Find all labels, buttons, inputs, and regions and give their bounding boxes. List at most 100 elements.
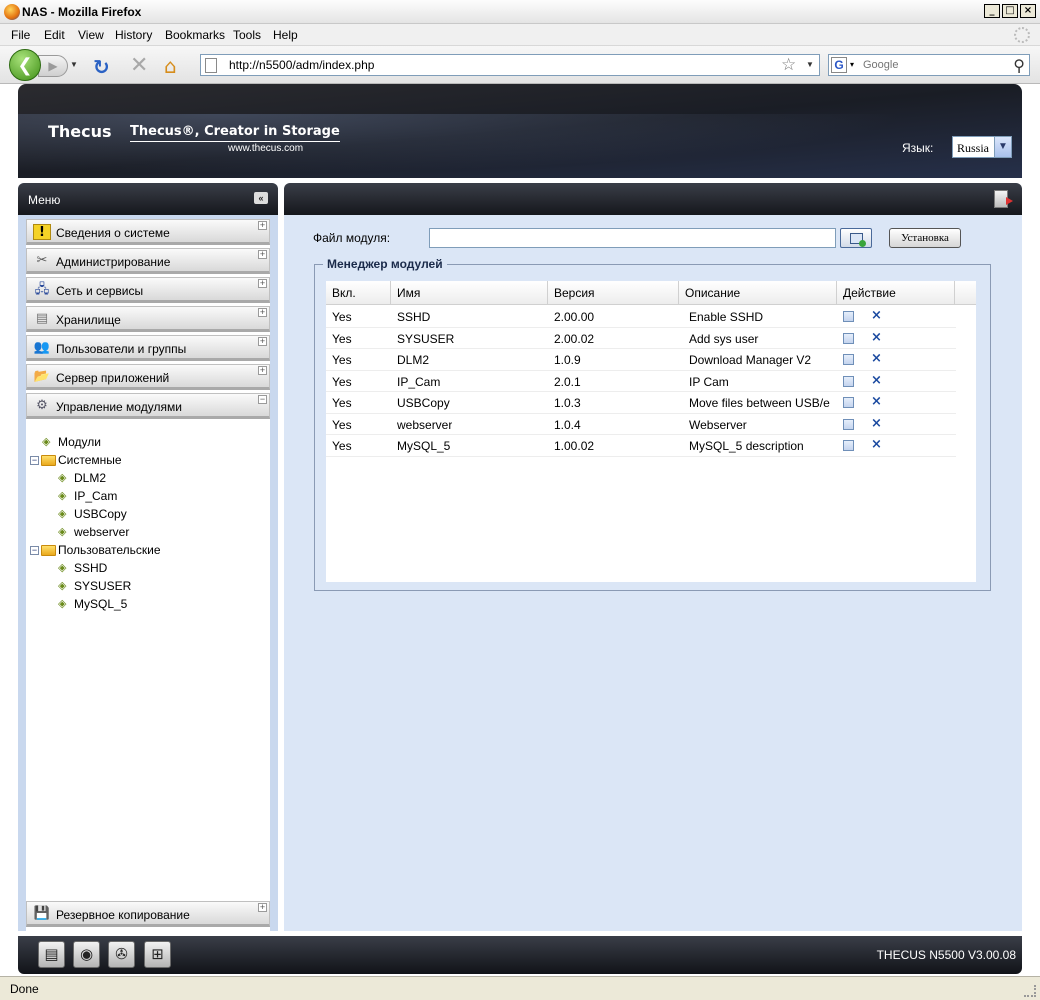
history-dropdown-icon[interactable]: ▼: [70, 60, 78, 69]
menu-network-services[interactable]: 🖧 Сеть и сервисы +: [26, 277, 270, 303]
stop-button[interactable]: ✕: [130, 53, 148, 78]
tree-item-mysql5[interactable]: ◈ MySQL_5: [58, 595, 127, 613]
language-select[interactable]: Russia ▼: [952, 136, 1012, 158]
menu-history[interactable]: History: [115, 28, 152, 42]
table-row[interactable]: Yes MySQL_5 1.00.02 MySQL_5 description …: [326, 435, 956, 457]
network-status-icon[interactable]: ⊞: [144, 941, 171, 968]
tree-collapse-icon[interactable]: −: [30, 455, 39, 465]
menu-storage[interactable]: ▤ Хранилище +: [26, 306, 270, 332]
expand-icon[interactable]: +: [258, 308, 267, 317]
module-file-input[interactable]: [429, 228, 836, 248]
col-action[interactable]: Действие: [837, 281, 955, 305]
google-engine-icon[interactable]: G: [831, 57, 847, 73]
maximize-button[interactable]: □: [1002, 4, 1018, 18]
reload-button[interactable]: ↻: [93, 55, 110, 79]
menu-help[interactable]: Help: [273, 28, 298, 42]
delete-icon[interactable]: ×: [871, 309, 882, 323]
menu-file[interactable]: File: [11, 28, 30, 42]
table-row[interactable]: Yes DLM2 1.0.9 Download Manager V2 ×: [326, 349, 956, 371]
menu-administration[interactable]: ✂ Администрирование +: [26, 248, 270, 274]
cell-version: 1.0.9: [554, 353, 581, 367]
menu-edit[interactable]: Edit: [44, 28, 65, 42]
main-panel-body: Файл модуля: Установка Менеджер модулей …: [288, 219, 1018, 931]
tree-folder-system[interactable]: − Системные: [30, 451, 122, 469]
close-button[interactable]: ×: [1020, 4, 1036, 18]
engine-dropdown-icon[interactable]: ▾: [850, 60, 854, 69]
menu-module-management[interactable]: ⚙ Управление модулями −: [26, 393, 270, 419]
delete-icon[interactable]: ×: [871, 416, 882, 431]
tree-item-ip-cam[interactable]: ◈ IP_Cam: [58, 487, 117, 505]
enable-checkbox[interactable]: [843, 397, 854, 408]
tree-item-webserver[interactable]: ◈ webserver: [58, 523, 129, 541]
server-status-icon[interactable]: ▤: [38, 941, 65, 968]
enable-checkbox[interactable]: [843, 375, 854, 387]
menu-users-groups[interactable]: 👥 Пользователи и группы +: [26, 335, 270, 361]
module-file-label: Файл модуля:: [313, 231, 391, 245]
tree-folder-user[interactable]: − Пользовательские: [30, 541, 161, 559]
tree-item-modules[interactable]: ◈ Модули: [42, 433, 101, 451]
minimize-button[interactable]: _: [984, 4, 1000, 18]
enable-checkbox[interactable]: [843, 311, 854, 322]
delete-icon[interactable]: ×: [871, 373, 882, 388]
tree-label: Модули: [58, 435, 101, 449]
firmware-version: THECUS N5500 V3.00.08: [876, 948, 1016, 962]
chevron-down-icon[interactable]: ▼: [994, 137, 1011, 157]
table-row[interactable]: Yes webserver 1.0.4 Webserver ×: [326, 414, 956, 435]
disk-status-icon[interactable]: ◉: [73, 941, 100, 968]
menu-label: Сеть и сервисы: [56, 284, 144, 298]
gear-icon: ⚙: [36, 398, 48, 413]
col-enabled[interactable]: Вкл.: [326, 281, 391, 305]
browse-button[interactable]: [840, 228, 872, 248]
delete-icon[interactable]: ×: [871, 330, 882, 345]
resize-grip-icon[interactable]: [1024, 985, 1036, 997]
enable-checkbox[interactable]: [843, 440, 854, 451]
bookmark-star-icon[interactable]: ☆: [781, 55, 796, 75]
forward-button[interactable]: ▶: [38, 55, 68, 77]
collapse-menu-icon[interactable]: «: [254, 192, 268, 204]
col-description[interactable]: Описание: [679, 281, 837, 305]
fan-status-icon[interactable]: ✇: [108, 941, 135, 968]
enable-checkbox[interactable]: [843, 354, 854, 365]
delete-icon[interactable]: ×: [871, 352, 882, 366]
expand-icon[interactable]: +: [258, 221, 267, 230]
search-icon[interactable]: ⚲: [1013, 56, 1025, 75]
menu-tools[interactable]: Tools: [233, 28, 261, 42]
menu-system-info[interactable]: ! Сведения о системе +: [26, 219, 270, 245]
back-button[interactable]: ❮: [9, 49, 41, 81]
enable-checkbox[interactable]: [843, 332, 854, 344]
col-version[interactable]: Версия: [548, 281, 679, 305]
menu-app-server[interactable]: 📂 Сервер приложений +: [26, 364, 270, 390]
expand-icon[interactable]: +: [258, 337, 267, 346]
module-manager-legend: Менеджер модулей: [323, 257, 447, 271]
expand-icon[interactable]: +: [258, 250, 267, 259]
install-button[interactable]: Установка: [889, 228, 961, 248]
logout-icon[interactable]: [994, 190, 1013, 208]
table-row[interactable]: Yes SSHD 2.00.00 Enable SSHD ×: [326, 306, 956, 328]
url-dropdown-icon[interactable]: ▼: [806, 60, 814, 69]
menu-bookmarks[interactable]: Bookmarks: [165, 28, 225, 42]
tree-item-dlm2[interactable]: ◈ DLM2: [58, 469, 106, 487]
col-name[interactable]: Имя: [391, 281, 548, 305]
search-input[interactable]: [863, 57, 1003, 73]
expand-icon[interactable]: +: [258, 903, 267, 912]
window-controls: _ □ ×: [984, 4, 1036, 18]
table-row[interactable]: Yes USBCopy 1.0.3 Move files between USB…: [326, 392, 956, 414]
tree-item-usbcopy[interactable]: ◈ USBCopy: [58, 505, 127, 523]
table-row[interactable]: Yes SYSUSER 2.00.02 Add sys user ×: [326, 328, 956, 349]
table-row[interactable]: Yes IP_Cam 2.0.1 IP Cam ×: [326, 371, 956, 392]
tree-item-sshd[interactable]: ◈ SSHD: [58, 559, 107, 577]
menu-view[interactable]: View: [78, 28, 104, 42]
tree-item-sysuser[interactable]: ◈ SYSUSER: [58, 577, 131, 595]
home-button[interactable]: ⌂: [164, 54, 177, 78]
enable-checkbox[interactable]: [843, 418, 854, 430]
tree-collapse-icon[interactable]: −: [30, 545, 39, 555]
collapse-icon[interactable]: −: [258, 395, 267, 404]
module-icon: ◈: [58, 561, 67, 574]
expand-icon[interactable]: +: [258, 279, 267, 288]
delete-icon[interactable]: ×: [871, 395, 882, 409]
network-icon: 🖧: [34, 282, 50, 297]
url-input[interactable]: [229, 57, 769, 73]
expand-icon[interactable]: +: [258, 366, 267, 375]
menu-backup[interactable]: 💾 Резервное копирование +: [26, 901, 270, 927]
delete-icon[interactable]: ×: [871, 438, 882, 452]
